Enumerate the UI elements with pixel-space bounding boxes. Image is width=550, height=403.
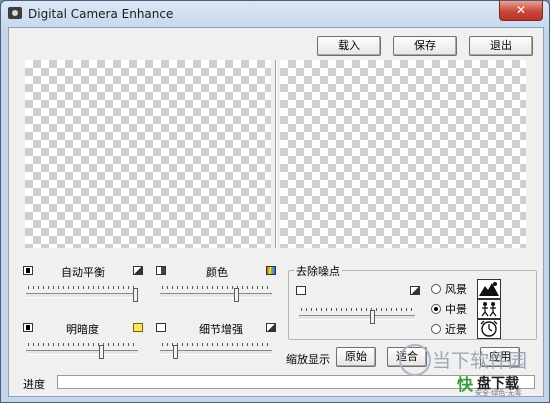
slider-ticks bbox=[28, 343, 136, 346]
window-title: Digital Camera Enhance bbox=[28, 7, 174, 21]
scenery-radio[interactable] bbox=[431, 284, 441, 294]
noise-removal-group: 去除噪点 风景 中景 近景 bbox=[288, 263, 537, 340]
noise-min-icon bbox=[296, 286, 306, 295]
exit-button[interactable]: 退出 bbox=[469, 36, 533, 56]
noise-slider[interactable] bbox=[299, 306, 415, 326]
slider-thumb[interactable] bbox=[172, 345, 178, 359]
detail-label: 细节增强 bbox=[199, 323, 243, 336]
slider-thumb[interactable] bbox=[234, 288, 240, 302]
camera-icon bbox=[8, 7, 22, 19]
preview-divider bbox=[275, 60, 277, 248]
white-balance-label: 自动平衡 bbox=[61, 266, 105, 279]
slider-ticks bbox=[162, 286, 270, 289]
noise-removal-legend: 去除噪点 bbox=[294, 263, 342, 279]
white-balance-max-icon bbox=[133, 266, 143, 275]
progress-label: 进度 bbox=[23, 378, 45, 391]
mountain-icon bbox=[477, 279, 501, 299]
noise-max-icon bbox=[410, 286, 420, 295]
load-button[interactable]: 载入 bbox=[317, 36, 381, 56]
color-slider[interactable] bbox=[160, 284, 272, 304]
save-button[interactable]: 保存 bbox=[393, 36, 457, 56]
clock-icon bbox=[477, 319, 501, 339]
slider-thumb[interactable] bbox=[99, 345, 105, 359]
slider-ticks bbox=[162, 343, 270, 346]
closeup-radio[interactable] bbox=[431, 324, 441, 334]
original-image-preview bbox=[25, 60, 271, 248]
color-max-icon bbox=[266, 266, 276, 275]
slider-ticks bbox=[301, 308, 413, 311]
zoom-label: 缩放显示 bbox=[286, 353, 330, 366]
enhanced-image-preview bbox=[280, 60, 526, 248]
slider-track bbox=[26, 293, 138, 298]
midrange-radio[interactable] bbox=[431, 304, 441, 314]
slider-thumb[interactable] bbox=[132, 288, 138, 302]
client-area: 载入 保存 退出 自动平衡 颜色 明暗度 细节增强 去除噪点 风景 中景 近景 … bbox=[8, 27, 544, 397]
slider-track bbox=[160, 293, 272, 298]
original-size-button[interactable]: 原始 bbox=[336, 347, 376, 367]
slider-ticks bbox=[28, 286, 136, 289]
people-icon bbox=[477, 299, 501, 319]
app-window: Digital Camera Enhance ✕ 载入 保存 退出 自动平衡 颜… bbox=[0, 0, 550, 403]
watermark-text: 当下软件园 bbox=[432, 350, 528, 372]
color-label: 颜色 bbox=[206, 266, 228, 279]
close-button[interactable]: ✕ bbox=[499, 1, 543, 21]
midrange-label: 中景 bbox=[445, 303, 467, 316]
detail-slider[interactable] bbox=[160, 341, 272, 361]
slider-track bbox=[299, 315, 415, 320]
closeup-label: 近景 bbox=[445, 323, 467, 336]
slider-track bbox=[26, 350, 138, 355]
white-balance-min-icon bbox=[23, 266, 33, 275]
scenery-label: 风景 bbox=[445, 283, 467, 296]
sun-icon bbox=[133, 323, 143, 332]
watermark-brand: 快 bbox=[457, 375, 474, 394]
color-min-icon bbox=[156, 266, 166, 275]
watermark-slogan: 安全·绿色·无毒 bbox=[475, 389, 522, 397]
brightness-min-icon bbox=[23, 323, 33, 332]
brightness-slider[interactable] bbox=[26, 341, 138, 361]
slider-thumb[interactable] bbox=[370, 310, 376, 324]
white-balance-slider[interactable] bbox=[26, 284, 138, 304]
detail-max-icon bbox=[266, 323, 276, 332]
brightness-label: 明暗度 bbox=[66, 323, 99, 336]
watermark-logo bbox=[399, 344, 431, 376]
title-bar: Digital Camera Enhance ✕ bbox=[1, 1, 549, 27]
detail-min-icon bbox=[156, 323, 166, 332]
